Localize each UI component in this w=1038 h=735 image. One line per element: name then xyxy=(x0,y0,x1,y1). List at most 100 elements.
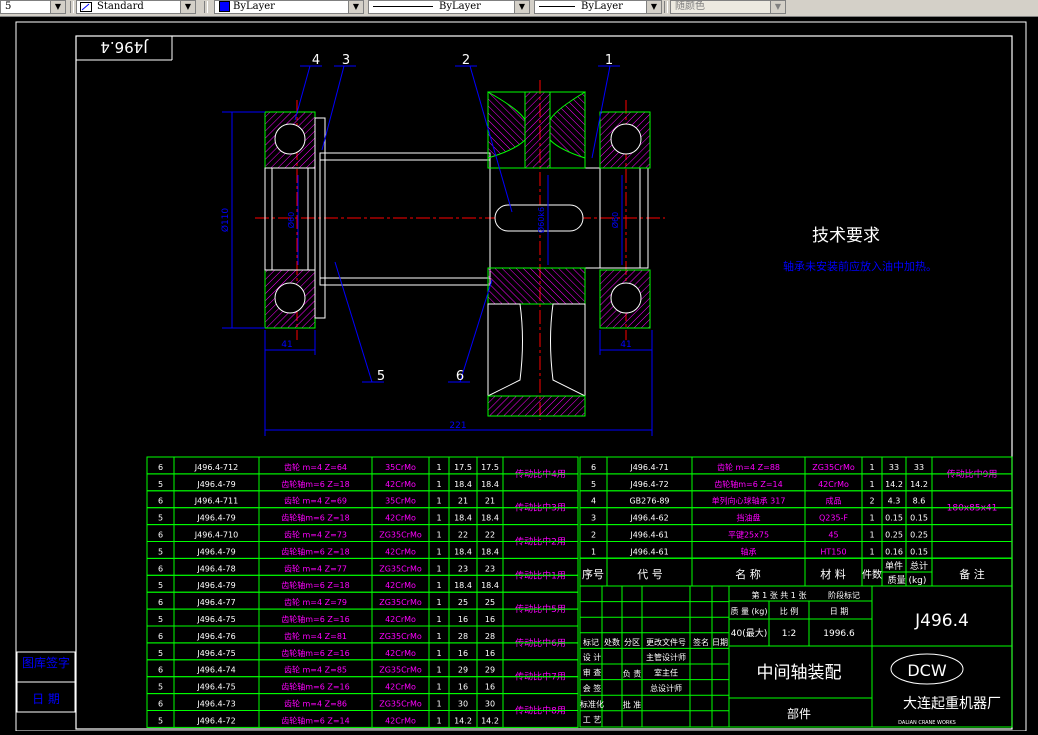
text-style-standard-combo[interactable]: Standard ▼ xyxy=(76,0,196,14)
table-cell-text: J496.4-75 xyxy=(196,649,235,658)
table-row: 6 J496.4-712 齿轮 m=4 Z=64 35CrMo 1 17.5 17.5传动比… xyxy=(146,456,579,480)
dim-bearing-dia: Ø110 xyxy=(220,208,231,233)
table-cell-text: 挡油盘 xyxy=(737,513,761,523)
table-cell-text: 23 xyxy=(458,564,468,573)
table-cell-text: 齿轮 m=4 Z=77 xyxy=(284,563,347,573)
bom-header: 序号 代 号 名 称 材 料 件数单件 总计质量 (kg) 备 注 xyxy=(579,557,1013,587)
table-cell-text: 17.5 xyxy=(481,463,499,472)
table-cell-text: 18.4 xyxy=(481,480,499,489)
table-cell-text: 1 xyxy=(436,700,441,709)
table-cell-text: 16 xyxy=(458,649,468,658)
table-cell-text: 35CrMo xyxy=(385,463,416,472)
table-cell-text: 5 xyxy=(158,649,163,658)
chevron-down-icon[interactable]: ▼ xyxy=(514,1,529,13)
plotstyle-value: 随颜色 xyxy=(675,1,705,12)
bom-header-total: 总计 xyxy=(910,560,928,572)
balloon-1: 1 xyxy=(605,53,613,68)
table-row: 6 J496.4-711 齿轮 m=4 Z=69 35CrMo 1 21 21传动比中3用 xyxy=(146,490,579,514)
table-row: 6 J496.4-74 齿轮 m=4 Z=85 ZG35CrMo 1 29 29传动比中7用 xyxy=(146,659,579,683)
color-combo[interactable]: ByLayer ▼ xyxy=(214,0,364,14)
chevron-down-icon[interactable]: ▼ xyxy=(770,1,785,13)
table-row: 5 J496.4-75 齿轮轴m=6 Z=16 42CrMo 1 16 16 xyxy=(146,676,579,695)
table-cell-text: 1 xyxy=(436,649,441,658)
chevron-down-icon[interactable]: ▼ xyxy=(646,1,661,13)
table-cell-text: 6 xyxy=(158,463,163,472)
balloon-2: 2 xyxy=(462,53,470,68)
gear-top-hatch-right xyxy=(549,91,586,159)
title-scale-value: 1:2 xyxy=(782,629,796,639)
table-cell-text: 1 xyxy=(436,564,441,573)
table-cell-text: 1 xyxy=(436,683,441,692)
bom-header-code: 代 号 xyxy=(637,568,663,581)
table-cell-text: 5 xyxy=(591,480,596,489)
title-mark-label: 处数 xyxy=(604,637,620,647)
table-cell-text: 0.15 xyxy=(910,547,928,556)
text-style-icon xyxy=(80,2,92,12)
table-cell-text: 6 xyxy=(158,632,163,641)
title-role-label: 标准化 xyxy=(580,699,604,709)
title-role-label: 设 计 xyxy=(583,652,602,662)
lineweight-combo[interactable]: ByLayer ▼ xyxy=(534,0,662,14)
table-cell-text: 1 xyxy=(591,547,596,556)
title-role2-label: 主管设计师 xyxy=(646,652,686,662)
table-cell-text: 25 xyxy=(485,598,495,607)
title-mark-label: 签名 xyxy=(693,637,709,647)
table-cell-text: 平键25x75 xyxy=(728,530,769,540)
title-sheet-label: 第 1 张 共 1 张 xyxy=(752,590,807,600)
plotstyle-combo[interactable]: 随颜色 ▼ xyxy=(670,0,786,14)
balloon-3: 3 xyxy=(342,53,350,68)
linetype-combo[interactable]: ByLayer ▼ xyxy=(368,0,530,14)
table-cell-text: 8.6 xyxy=(913,497,926,506)
chevron-down-icon[interactable]: ▼ xyxy=(180,1,195,13)
chevron-down-icon[interactable]: ▼ xyxy=(50,1,65,13)
table-row: 2 J496.4-61 平键25x75 45 1 0.25 0.25 xyxy=(579,524,1013,542)
table-cell-text: 齿轮轴m=6 Z=18 xyxy=(281,546,350,556)
color-swatch-icon xyxy=(219,1,230,12)
table-cell-text: 5 xyxy=(158,581,163,590)
table-cell-text: 1 xyxy=(436,581,441,590)
table-cell-text: 1 xyxy=(869,480,874,489)
table-cell-text: J496.4-79 xyxy=(196,581,235,590)
table-cell-text: 4.3 xyxy=(888,497,901,506)
table-cell-text: 5 xyxy=(158,547,163,556)
table-cell-text: 42CrMo xyxy=(385,716,416,725)
chevron-down-icon[interactable]: ▼ xyxy=(348,1,363,13)
table-cell-text: J496.4-79 xyxy=(196,547,235,556)
table-cell-text: 2 xyxy=(591,531,596,540)
table-cell-text: J496.4-711 xyxy=(194,497,238,506)
table-cell-text: J496.4-79 xyxy=(196,480,235,489)
balloon-6: 6 xyxy=(456,369,464,384)
left-bearing-ball-top xyxy=(274,123,306,155)
text-style-combo[interactable]: 5 ▼ xyxy=(0,0,66,14)
table-cell-text: 35CrMo xyxy=(385,497,416,506)
table-cell-text: 5 xyxy=(158,514,163,523)
table-cell-text: 齿轮轴m=6 Z=14 xyxy=(714,479,783,489)
table-cell-text: J496.4-72 xyxy=(629,480,668,489)
table-row: 6 J496.4-710 齿轮 m=4 Z=73 ZG35CrMo 1 22 22传动比中2… xyxy=(146,524,579,548)
table-cell-text: 23 xyxy=(485,564,495,573)
table-cell-text: ZG35CrMo xyxy=(379,564,422,573)
linetype-value: ByLayer xyxy=(439,1,481,12)
table-cell-text: 6 xyxy=(158,666,163,675)
toolbar-separator xyxy=(204,1,208,13)
model-space-canvas[interactable]: J496.4 图库签字 日 期 41 41 221 Ø110 Ø60 Ø60k6… xyxy=(0,16,1038,732)
table-cell-text: 33 xyxy=(914,463,924,472)
right-bearing-ball-bottom xyxy=(610,282,642,314)
table-cell-text: 28 xyxy=(485,632,495,641)
table-cell-text: 16 xyxy=(485,683,495,692)
table-cell-text: 14.2 xyxy=(910,480,928,489)
table-cell-text: 5 xyxy=(158,480,163,489)
table-cell-text: 齿轮轴m=6 Z=16 xyxy=(281,682,350,692)
table-cell-text: 42CrMo xyxy=(385,480,416,489)
table-row: 5 J496.4-79 齿轮轴m=6 Z=18 42CrMo 1 18.4 18.4 xyxy=(146,507,579,526)
table-cell-text: 28 xyxy=(458,632,468,641)
table-cell-text: 30 xyxy=(485,700,495,709)
table-cell-text: J496.4-75 xyxy=(196,615,235,624)
drawing-svg: J496.4 图库签字 日 期 41 41 221 Ø110 Ø60 Ø60k6… xyxy=(15,21,1027,732)
table-cell-text: 18.4 xyxy=(454,581,472,590)
dim-shaft-right-dia: Ø60 xyxy=(610,212,620,228)
company-name-en: DALIAN CRANE WORKS xyxy=(898,720,956,726)
table-cell-text: 42CrMo xyxy=(385,683,416,692)
balloon-4: 4 xyxy=(312,53,320,68)
text-style-value: Standard xyxy=(97,1,144,12)
